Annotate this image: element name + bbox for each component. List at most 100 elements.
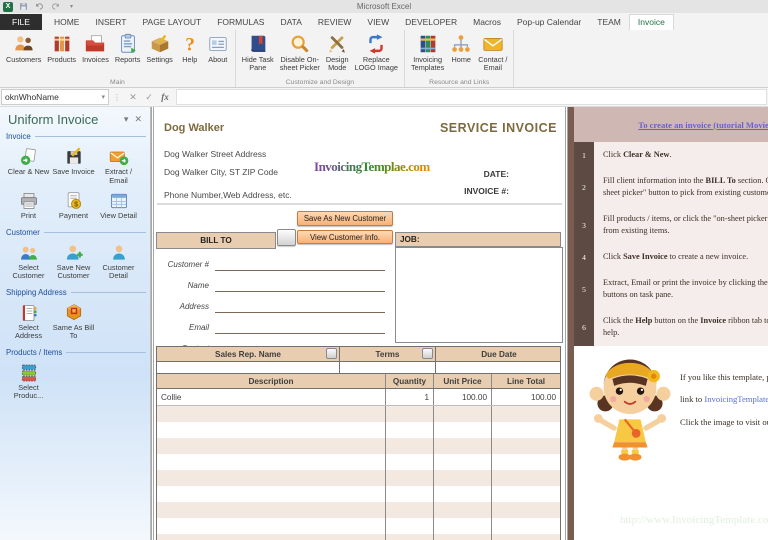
customer-detail-button[interactable]: Customer Detail [96,239,141,283]
cell[interactable] [385,454,433,470]
cell[interactable] [491,454,560,470]
cancel-icon[interactable]: ✕ [125,92,141,103]
same-as-bill-to-button[interactable]: Same As Bill To [51,299,96,343]
tab-invoice[interactable]: Invoice [628,14,674,30]
customers-button[interactable]: Customers [3,31,44,64]
cell[interactable] [385,534,433,540]
name-box-dropdown-icon[interactable]: ▾ [101,93,105,101]
table-row[interactable] [157,518,560,534]
settings-button[interactable]: Settings [143,31,175,64]
tab-file[interactable]: FILE [0,14,42,30]
task-pane-close-icon[interactable]: ✕ [132,114,144,125]
on-sheet-picker-button[interactable] [326,348,337,359]
cell[interactable] [433,438,491,454]
view-customer-info-button[interactable]: View Customer Info. [297,230,393,244]
field-input-line[interactable] [215,298,385,313]
replace-logo-image-button[interactable]: Replace LOGO Image [352,31,401,72]
reports-button[interactable]: Reports [112,31,144,64]
insert-function-icon[interactable]: fx [157,92,173,102]
cell[interactable]: 100.00 [433,389,491,405]
cell[interactable] [433,534,491,540]
company-address-line[interactable]: Phone Number,Web Address, etc. [164,190,292,200]
field-input-line[interactable] [215,256,385,271]
cell[interactable] [385,518,433,534]
extract-email-button[interactable]: Extract / Email [96,143,141,187]
cell[interactable] [385,422,433,438]
tab-insert[interactable]: INSERT [87,14,134,30]
save-as-new-customer-button[interactable]: Save As New Customer [297,211,393,226]
table-row[interactable] [157,454,560,470]
view-detail-button[interactable]: View Detail [96,187,141,223]
cell[interactable] [157,422,385,438]
tab-team[interactable]: TEAM [589,14,629,30]
table-row[interactable]: Collie 1 100.00 100.00 [157,389,560,406]
cell[interactable] [157,518,385,534]
select-produc-button[interactable]: Select Produc... [6,359,51,403]
tab-developer[interactable]: DEVELOPER [397,14,465,30]
on-sheet-picker-button[interactable] [422,348,433,359]
disable-on-sheet-picker-button[interactable]: Disable On- sheet Picker [277,31,323,72]
invoicingtemplate-logo[interactable]: InvoicingTemplae.com [314,159,430,175]
job-input-box[interactable] [395,247,563,343]
mascot-girl-image[interactable] [586,350,674,464]
cell[interactable] [491,406,560,422]
products-button[interactable]: Products [44,31,79,64]
cell[interactable] [157,502,385,518]
tab-page-layout[interactable]: PAGE LAYOUT [134,14,209,30]
table-row[interactable] [157,422,560,438]
cell[interactable] [385,502,433,518]
table-row[interactable] [157,406,560,422]
payment-button[interactable]: $ Payment [51,187,96,223]
table-row[interactable] [157,438,560,454]
cell[interactable] [433,454,491,470]
tab-formulas[interactable]: FORMULAS [209,14,272,30]
cell[interactable]: 100.00 [491,389,560,405]
cell[interactable] [157,454,385,470]
cell[interactable] [491,438,560,454]
invoices-button[interactable]: Invoices [79,31,112,64]
enter-icon[interactable]: ✓ [141,92,157,103]
cell[interactable] [157,406,385,422]
cell[interactable] [491,422,560,438]
select-address-button[interactable]: Select Address [6,299,51,343]
save-new-customer-button[interactable]: Save New Customer [51,239,96,283]
cell[interactable] [433,518,491,534]
table-row[interactable] [157,534,560,540]
cell[interactable] [385,486,433,502]
table-row[interactable] [157,502,560,518]
design-mode-button[interactable]: Design Mode [323,31,352,72]
cell[interactable] [433,422,491,438]
company-address-line[interactable]: Dog Walker City, ST ZIP Code [164,167,278,177]
tab-view[interactable]: VIEW [359,14,397,30]
tab-macros[interactable]: Macros [465,14,509,30]
cell[interactable]: Collie [157,389,385,405]
hide-task-pane-button[interactable]: Hide Task Pane [239,31,277,72]
on-sheet-picker-button[interactable] [277,229,296,246]
tab-pop-up-calendar[interactable]: Pop-up Calendar [509,14,589,30]
cell[interactable] [433,406,491,422]
invoicing-templates-button[interactable]: Invoicing Templates [408,31,447,72]
home-button[interactable]: Home [447,31,475,64]
cell[interactable] [433,470,491,486]
cell[interactable] [157,534,385,540]
cell[interactable] [157,486,385,502]
cell[interactable] [385,406,433,422]
cell[interactable] [433,486,491,502]
field-input-line[interactable] [215,319,385,334]
invoicingtemplate-link[interactable]: InvoicingTemplate.com [704,394,768,404]
company-address-line[interactable]: Dog Walker Street Address [164,149,266,159]
about-button[interactable]: About [204,31,232,64]
cell[interactable] [157,438,385,454]
tab-home[interactable]: HOME [46,14,88,30]
cell[interactable] [491,518,560,534]
cell[interactable] [157,470,385,486]
company-name[interactable]: Dog Walker [164,122,224,134]
name-box[interactable]: oknWhoName ▾ [1,89,109,105]
field-input-line[interactable] [215,277,385,292]
formula-input[interactable] [176,89,767,105]
cell[interactable] [433,502,491,518]
tab-review[interactable]: REVIEW [310,14,360,30]
cell[interactable] [491,502,560,518]
table-row[interactable] [157,486,560,502]
cell[interactable] [385,438,433,454]
